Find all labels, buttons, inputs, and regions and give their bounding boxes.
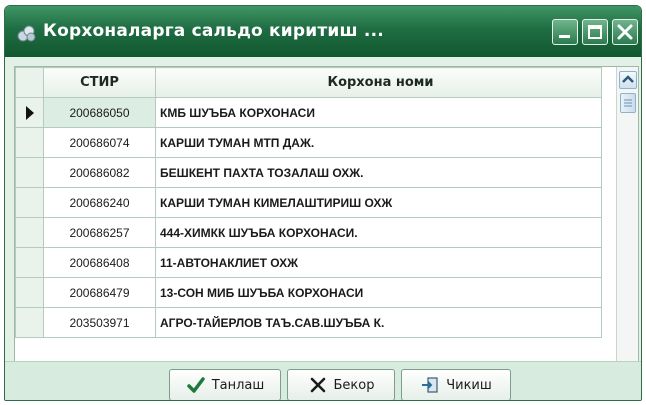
cell-stir[interactable]: 200686257 xyxy=(43,217,156,248)
current-row-pointer-icon xyxy=(25,105,34,120)
row-indicator xyxy=(15,97,44,128)
cell-company-name[interactable]: БЕШКЕНТ ПАХТА ТОЗАЛАШ ОХЖ. xyxy=(155,157,602,188)
close-button[interactable] xyxy=(612,19,638,45)
cell-stir[interactable]: 200686082 xyxy=(43,157,156,188)
companies-table: СТИР Корхона номи 200686050 КМБ ШУЪБА КО… xyxy=(15,67,602,338)
row-indicator xyxy=(15,217,44,248)
cell-stir[interactable]: 200686074 xyxy=(43,127,156,158)
row-indicator xyxy=(15,127,44,158)
cell-stir[interactable]: 200686240 xyxy=(43,187,156,218)
minimize-button[interactable] xyxy=(552,19,578,45)
cancel-button-label: Бекор xyxy=(333,377,375,393)
chevron-up-icon xyxy=(622,75,634,83)
row-indicator xyxy=(15,307,44,338)
maximize-icon xyxy=(588,25,602,39)
cell-stir[interactable]: 200686050 xyxy=(43,97,156,128)
table-header-row: СТИР Корхона номи xyxy=(15,67,602,98)
table-row[interactable]: 200686082 БЕШКЕНТ ПАХТА ТОЗАЛАШ ОХЖ. xyxy=(15,157,602,188)
select-button-label: Танлаш xyxy=(211,377,265,393)
cell-company-name[interactable]: КМБ ШУЪБА КОРХОНАСИ xyxy=(155,97,602,128)
cell-company-name[interactable]: 13-СОН МИБ ШУЪБА КОРХОНАСИ xyxy=(155,277,602,308)
cell-company-name[interactable]: 11-АВТОНАКЛИЕТ ОХЖ xyxy=(155,247,602,278)
row-indicator xyxy=(15,247,44,278)
table-row[interactable]: 200686479 13-СОН МИБ ШУЪБА КОРХОНАСИ xyxy=(15,277,602,308)
cell-stir[interactable]: 203503971 xyxy=(43,307,156,338)
column-header-stir[interactable]: СТИР xyxy=(43,67,156,98)
exit-button-label: Чикиш xyxy=(446,377,492,393)
cell-stir[interactable]: 200686479 xyxy=(43,277,156,308)
exit-door-icon xyxy=(422,377,438,393)
minimize-icon xyxy=(559,35,570,38)
cancel-button[interactable]: Бекор xyxy=(287,369,395,400)
dialog-window: Корхоналарга сальдо киритиш ... СТИР Кор… xyxy=(4,5,642,401)
table-row[interactable]: 200686074 КАРШИ ТУМАН МТП ДАЖ. xyxy=(15,127,602,158)
title-bar[interactable]: Корхоналарга сальдо киритиш ... xyxy=(5,6,641,57)
row-indicator xyxy=(15,277,44,308)
cell-company-name[interactable]: 444-ХИМКК ШУЪБА КОРХОНАСИ. xyxy=(155,217,602,248)
exit-button[interactable]: Чикиш xyxy=(401,369,511,400)
scroll-up-button[interactable] xyxy=(619,71,637,89)
row-indicator xyxy=(15,157,44,188)
column-header-company-name[interactable]: Корхона номи xyxy=(155,67,602,98)
row-indicator-header xyxy=(15,67,44,98)
window-title: Корхоналарга сальдо киритиш ... xyxy=(43,21,384,41)
row-indicator xyxy=(15,187,44,218)
table-row[interactable]: 200686408 11-АВТОНАКЛИЕТ ОХЖ xyxy=(15,247,602,278)
button-bar: Танлаш Бекор Чикиш xyxy=(5,361,641,400)
close-icon xyxy=(617,24,633,40)
maximize-button[interactable] xyxy=(582,19,608,45)
table-row[interactable]: 203503971 АГРО-ТАЙЕРЛОВ ТАЪ.САВ.ШУЪБА К. xyxy=(15,307,602,338)
cell-company-name[interactable]: КАРШИ ТУМАН КИМЕЛАШТИРИШ ОХЖ xyxy=(155,187,602,218)
table-row[interactable]: 200686050 КМБ ШУЪБА КОРХОНАСИ xyxy=(15,97,602,128)
table-row[interactable]: 200686240 КАРШИ ТУМАН КИМЕЛАШТИРИШ ОХЖ xyxy=(15,187,602,218)
scrollbar-thumb[interactable] xyxy=(620,93,636,113)
vertical-scrollbar[interactable] xyxy=(616,67,638,362)
grip-lines-icon xyxy=(624,99,632,107)
app-icon xyxy=(17,25,36,42)
table-row[interactable]: 200686257 444-ХИМКК ШУЪБА КОРХОНАСИ. xyxy=(15,217,602,248)
companies-grid[interactable]: СТИР Корхона номи 200686050 КМБ ШУЪБА КО… xyxy=(14,66,639,363)
select-button[interactable]: Танлаш xyxy=(169,369,281,400)
x-icon xyxy=(310,377,325,393)
cell-stir[interactable]: 200686408 xyxy=(43,247,156,278)
cell-company-name[interactable]: КАРШИ ТУМАН МТП ДАЖ. xyxy=(155,127,602,158)
cell-company-name[interactable]: АГРО-ТАЙЕРЛОВ ТАЪ.САВ.ШУЪБА К. xyxy=(155,307,602,338)
checkmark-icon xyxy=(186,377,205,393)
